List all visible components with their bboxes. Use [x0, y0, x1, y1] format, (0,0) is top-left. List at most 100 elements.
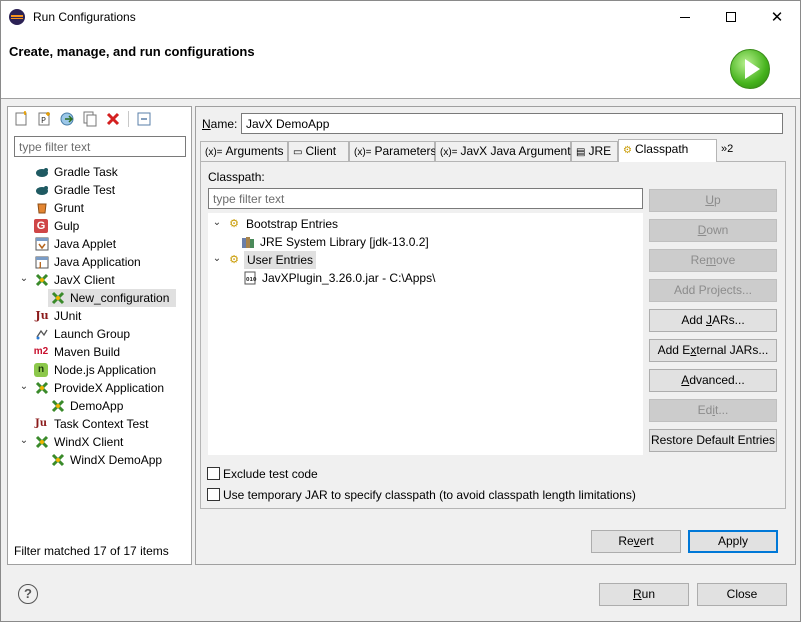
tree-item-new-configuration[interactable]: New_configuration: [48, 289, 176, 307]
tree-item-java-applet[interactable]: Java Applet: [8, 235, 191, 253]
providex-icon: [50, 398, 66, 414]
tab-classpath[interactable]: ⚙ Classpath: [618, 139, 717, 162]
tree-item-label: WindX Client: [54, 435, 124, 449]
svg-text:010: 010: [246, 277, 257, 283]
providex-icon: [34, 380, 50, 396]
delete-icon[interactable]: [105, 111, 121, 127]
close-button[interactable]: Close: [697, 583, 787, 606]
windx-icon: [50, 452, 66, 468]
tree-item-label: Java Applet: [54, 237, 117, 251]
up-button[interactable]: Up: [649, 189, 777, 212]
name-field[interactable]: [241, 113, 783, 134]
tree-item-gradle-task[interactable]: Gradle Task: [8, 163, 191, 181]
tree-item-nodejs-application[interactable]: n Node.js Application: [8, 361, 191, 379]
classpath-filter-input[interactable]: [208, 188, 643, 209]
tree-item-label: Gradle Test: [54, 183, 116, 197]
tree-item-javx-client[interactable]: ⌄ JavX Client: [8, 271, 191, 289]
title-bar: Run Configurations ✕: [1, 1, 800, 33]
tree-item-label: JRE System Library [jdk-13.0.2]: [260, 235, 429, 249]
help-icon[interactable]: ?: [18, 584, 38, 604]
add-jars-button[interactable]: Add JARs...: [649, 309, 777, 332]
filter-input[interactable]: [14, 136, 186, 157]
classpath-icon: ⚙: [623, 145, 632, 156]
minimize-button[interactable]: [662, 1, 708, 33]
classpath-entries-icon: ⚙: [229, 254, 239, 266]
tab-javx-java-arguments[interactable]: (x)= JavX Java Arguments: [435, 141, 577, 161]
remove-button[interactable]: Remove: [649, 249, 777, 272]
tab-client[interactable]: ▭ Client: [288, 141, 349, 161]
tree-item-label: JavX Client: [54, 273, 115, 287]
tree-item-jre-system-library[interactable]: JRE System Library [jdk-13.0.2]: [208, 233, 508, 251]
filter-status: Filter matched 17 of 17 items: [14, 544, 169, 558]
checkbox-box[interactable]: [207, 467, 220, 480]
tree-item-javxplugin-jar[interactable]: 010 JavXPlugin_3.26.0.jar - C:\Apps\: [208, 269, 508, 287]
edit-button[interactable]: Edit...: [649, 399, 777, 422]
tree-item-label: New_configuration: [70, 291, 170, 305]
tree-item-label: Task Context Test: [54, 417, 149, 431]
duplicate-icon[interactable]: [82, 111, 98, 127]
expand-arrow-icon[interactable]: ⌄: [19, 274, 29, 284]
client-icon: ▭: [293, 147, 303, 158]
tree-item-user-entries[interactable]: ⌄ ⚙ User Entries: [208, 251, 508, 269]
tree-item-label: Gulp: [54, 219, 80, 233]
tab-label: JRE: [588, 144, 612, 158]
expand-arrow-icon[interactable]: ⌄: [212, 218, 222, 228]
tab-jre[interactable]: ▤ JRE: [571, 141, 618, 161]
new-prototype-icon[interactable]: P: [36, 111, 52, 127]
tree-item-java-application[interactable]: J Java Application: [8, 253, 191, 271]
tree-item-label: Java Application: [54, 255, 141, 269]
checkbox-label: Exclude test code: [223, 467, 318, 481]
collapse-all-icon[interactable]: [136, 111, 152, 127]
tab-arguments[interactable]: (x)= Arguments: [200, 141, 288, 161]
expand-arrow-icon[interactable]: ⌄: [19, 436, 29, 446]
tree-item-windx-client[interactable]: ⌄ WindX Client: [8, 433, 191, 451]
name-label: Name:: [202, 117, 238, 131]
maximize-button[interactable]: [708, 1, 754, 33]
tree-item-task-context-test[interactable]: Ju Task Context Test: [8, 415, 191, 433]
tree-item-providex-application[interactable]: ⌄ ProvideX Application: [8, 379, 191, 397]
tree-item-launch-group[interactable]: Launch Group: [8, 325, 191, 343]
add-external-jars-button[interactable]: Add External JARs...: [649, 339, 777, 362]
add-projects-button[interactable]: Add Projects...: [649, 279, 777, 302]
new-configuration-icon[interactable]: [13, 111, 29, 127]
advanced-button[interactable]: Advanced...: [649, 369, 777, 392]
tree-item-maven-build[interactable]: m2 Maven Build: [8, 343, 191, 361]
checkbox-label: Use temporary JAR to specify classpath (…: [223, 488, 636, 502]
run-configurations-window: Run Configurations ✕ Create, manage, and…: [0, 0, 801, 622]
javx-icon: [50, 290, 66, 306]
checkbox-box[interactable]: [207, 488, 220, 501]
tab-overflow-button[interactable]: »2: [721, 143, 733, 155]
configuration-list-panel: P Gradle Task Gradle Test: [7, 106, 192, 565]
tree-item-label: Launch Group: [54, 327, 131, 341]
revert-button[interactable]: Revert: [591, 530, 681, 553]
close-window-button[interactable]: ✕: [754, 1, 800, 33]
tree-item-label: Grunt: [54, 201, 85, 215]
run-button[interactable]: Run: [599, 583, 689, 606]
classpath-tab-content: Classpath: ⌄ ⚙ Bootstrap Entries JRE Sys…: [200, 161, 786, 509]
tree-item-grunt[interactable]: Grunt: [8, 199, 191, 217]
export-icon[interactable]: [59, 111, 75, 127]
gradle-icon: [34, 182, 50, 198]
classpath-entries-icon: ⚙: [229, 218, 239, 230]
tree-item-gradle-test[interactable]: Gradle Test: [8, 181, 191, 199]
classpath-tree: ⌄ ⚙ Bootstrap Entries JRE System Library…: [208, 213, 643, 455]
apply-button[interactable]: Apply: [688, 530, 778, 553]
expand-arrow-icon[interactable]: ⌄: [212, 254, 222, 264]
tree-item-label: JavXPlugin_3.26.0.jar - C:\Apps\: [262, 271, 436, 285]
tree-item-label: ProvideX Application: [54, 381, 165, 395]
tab-label: JavX Java Arguments: [460, 144, 577, 158]
header-banner: Create, manage, and run configurations: [1, 33, 800, 99]
maven-icon: m2: [33, 346, 49, 357]
close-icon: ✕: [770, 9, 784, 26]
tree-item-bootstrap-entries[interactable]: ⌄ ⚙ Bootstrap Entries: [208, 215, 508, 233]
tree-item-junit[interactable]: Ju JUnit: [8, 307, 191, 325]
down-button[interactable]: Down: [649, 219, 777, 242]
tree-item-label: JUnit: [54, 309, 82, 323]
tree-item-demoapp[interactable]: DemoApp: [48, 397, 176, 415]
arguments-icon: (x)=: [205, 147, 223, 158]
tab-parameters[interactable]: (x)= Parameters: [349, 141, 437, 161]
expand-arrow-icon[interactable]: ⌄: [19, 382, 29, 392]
tree-item-windx-demoapp[interactable]: WindX DemoApp: [48, 451, 176, 469]
tree-item-gulp[interactable]: G Gulp: [8, 217, 191, 235]
restore-default-entries-button[interactable]: Restore Default Entries: [649, 429, 777, 452]
